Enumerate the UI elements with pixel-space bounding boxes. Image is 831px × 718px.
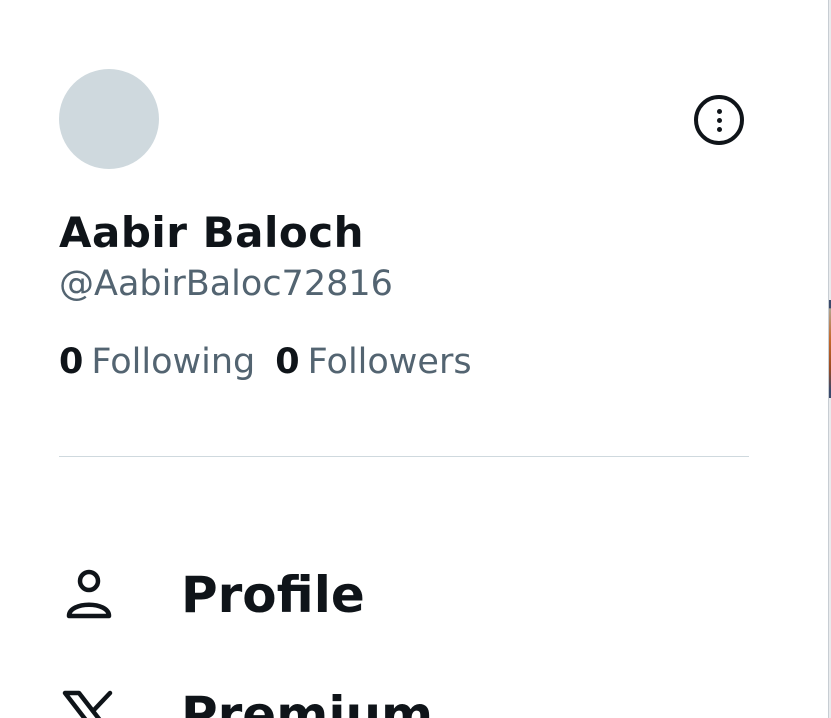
account-drawer: Aabir Baloch @AabirBaloc72816 0 Following… (0, 0, 828, 718)
more-options-dot (716, 127, 722, 132)
user-handle[interactable]: @AabirBaloc72816 (59, 262, 393, 306)
following-link[interactable]: 0 Following (59, 340, 255, 384)
follow-stats: 0 Following 0 Followers (59, 340, 492, 384)
x-logo-icon (59, 685, 119, 718)
followers-count: 0 (275, 342, 300, 382)
more-options-dot (716, 118, 722, 123)
avatar[interactable] (59, 69, 159, 169)
more-options-icon[interactable] (694, 95, 744, 145)
nav-item-label: Premium (181, 686, 434, 718)
followers-label: Followers (307, 342, 472, 382)
divider (59, 456, 749, 457)
nav-item-premium[interactable]: Premium (59, 685, 433, 718)
display-name[interactable]: Aabir Baloch (59, 208, 364, 258)
following-label: Following (91, 342, 256, 382)
person-icon (59, 565, 119, 625)
nav-item-profile[interactable]: Profile (59, 565, 365, 625)
more-options-dot (716, 109, 722, 114)
nav-item-label: Profile (181, 566, 365, 624)
followers-link[interactable]: 0 Followers (275, 340, 471, 384)
following-count: 0 (59, 342, 84, 382)
